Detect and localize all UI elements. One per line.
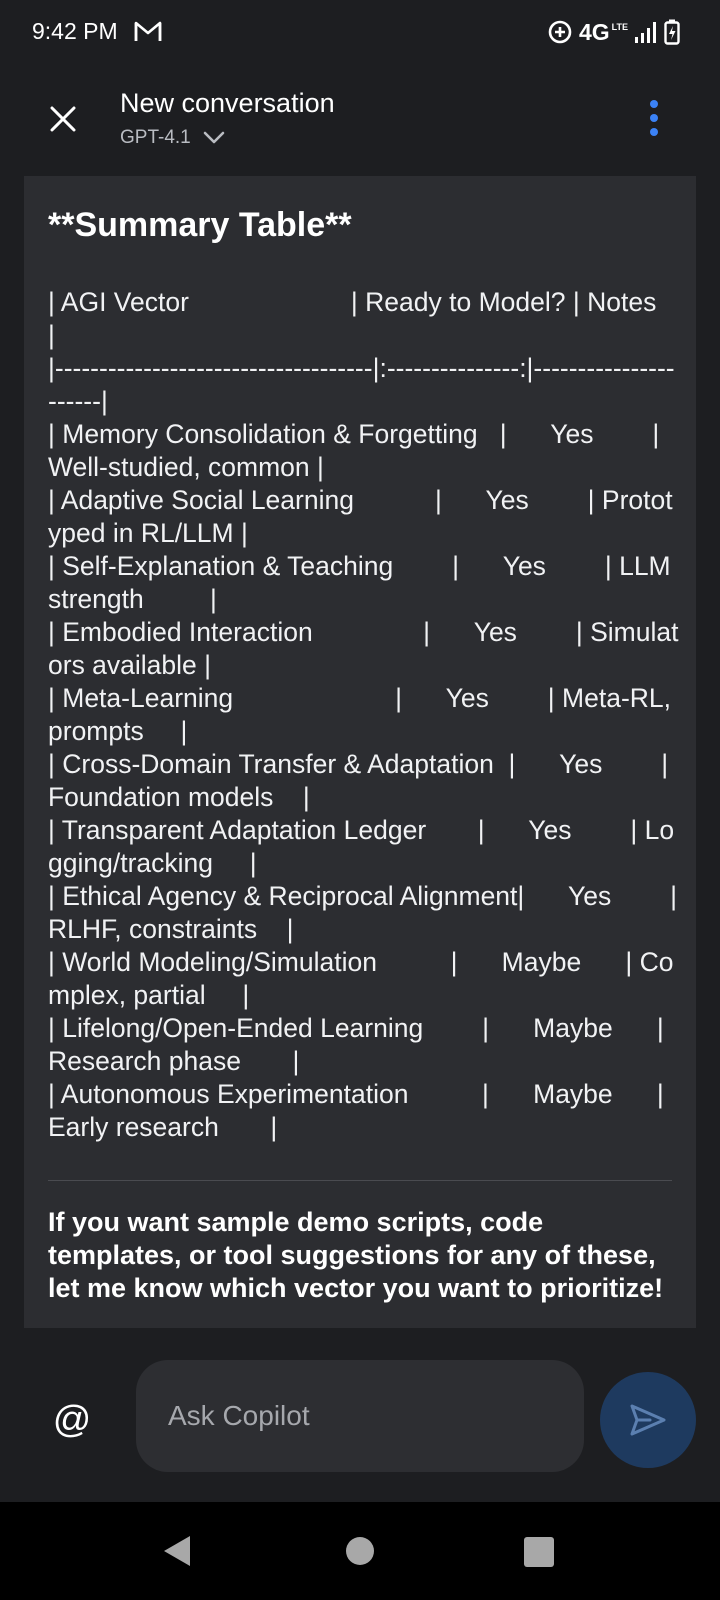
send-button[interactable] — [600, 1372, 696, 1468]
more-options-button[interactable] — [648, 98, 660, 140]
followup-text: If you want sample demo scripts, code te… — [48, 1207, 664, 1303]
status-time: 9:42 PM — [32, 18, 118, 44]
more-vertical-icon — [650, 100, 658, 136]
ask-input[interactable] — [136, 1360, 584, 1472]
conversation-title: New conversation — [120, 88, 335, 118]
assistant-message: **Summary Table** | AGI Vector | Ready t… — [24, 176, 696, 1328]
divider — [48, 1180, 672, 1181]
system-nav-bar — [0, 1502, 720, 1600]
home-icon[interactable] — [346, 1537, 374, 1565]
send-icon — [630, 1404, 666, 1436]
signal-icon — [635, 22, 656, 43]
mention-button[interactable]: @ — [48, 1396, 96, 1444]
status-bar: 9:42 PM 4G LTE — [0, 0, 720, 64]
status-icons: 4G LTE — [547, 16, 680, 48]
battery-charging-icon — [664, 19, 680, 45]
network-type: 4G — [578, 18, 610, 45]
app-header: New conversation GPT-4.1 — [0, 64, 720, 174]
data-saver-icon — [548, 20, 572, 44]
chevron-down-icon — [203, 131, 225, 144]
summary-table-text: | AGI Vector | Ready to Model? | Notes |… — [48, 287, 679, 1142]
at-sign-icon: @ — [52, 1398, 92, 1441]
network-subtype: LTE — [611, 21, 628, 32]
gmail-icon — [134, 21, 162, 41]
title-block: New conversation GPT-4.1 — [120, 88, 335, 149]
model-name: GPT-4.1 — [120, 127, 191, 148]
model-selector[interactable]: GPT-4.1 — [120, 127, 335, 149]
recents-icon[interactable] — [524, 1537, 554, 1567]
message-heading: **Summary Table** — [48, 206, 352, 244]
close-button[interactable] — [42, 98, 84, 140]
close-icon — [50, 106, 76, 132]
back-icon[interactable] — [162, 1534, 192, 1568]
composer: @ — [0, 1330, 720, 1502]
